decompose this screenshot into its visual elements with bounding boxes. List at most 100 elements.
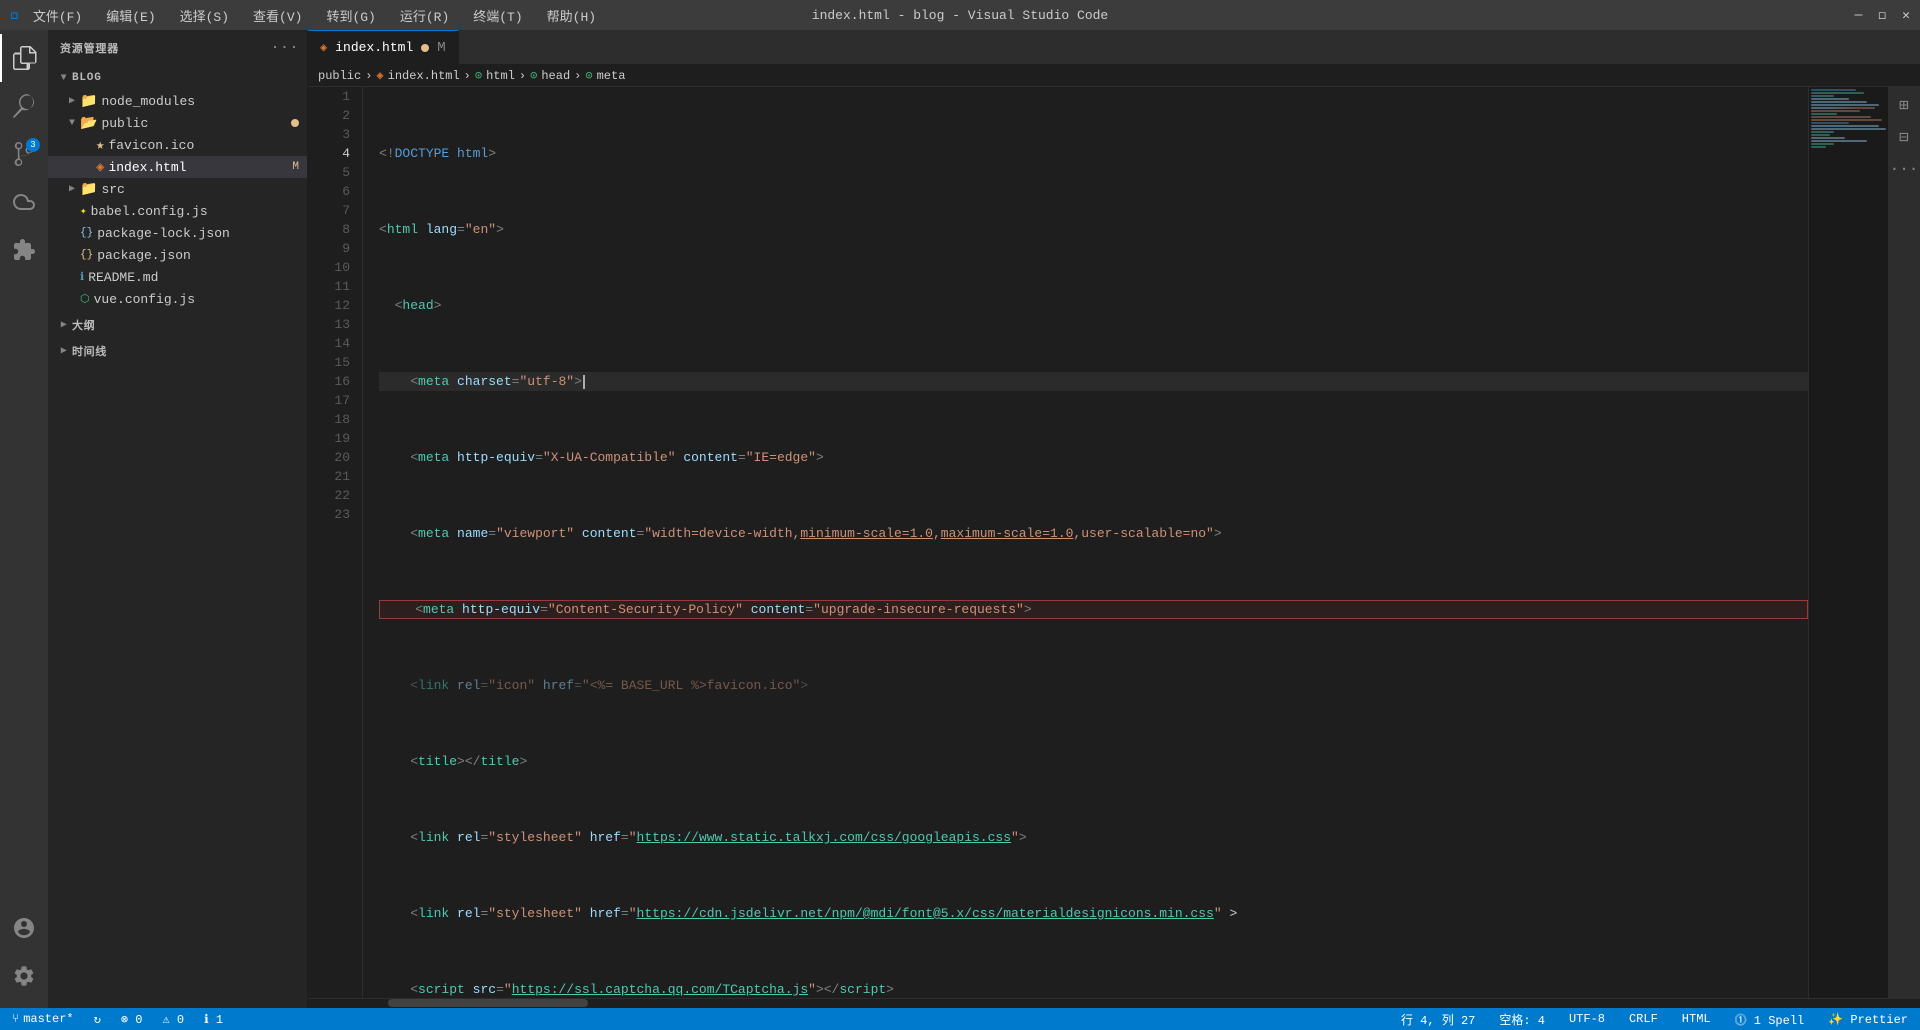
- spell-check[interactable]: ⓵ 1 Spell: [1731, 1011, 1809, 1028]
- menu-terminal[interactable]: 终端(T): [469, 4, 526, 27]
- info-status[interactable]: ℹ 1: [200, 1012, 227, 1027]
- close-button[interactable]: ✕: [1902, 8, 1910, 23]
- sidebar-more-actions[interactable]: ···: [275, 38, 295, 58]
- line-num-2: 2: [332, 106, 350, 125]
- code-content[interactable]: <!DOCTYPE html> <html lang="en"> <head> …: [363, 87, 1808, 998]
- sync-status[interactable]: ↻: [90, 1012, 105, 1027]
- text-cursor: [583, 375, 585, 389]
- tree-src[interactable]: ▶ 📁 src: [48, 178, 307, 200]
- activity-bar: 3: [0, 30, 48, 1008]
- menu-bar: 文件(F) 编辑(E) 选择(S) 查看(V) 转到(G) 运行(R) 终端(T…: [29, 4, 600, 27]
- timeline-section[interactable]: ▶ 时间线: [48, 340, 307, 362]
- panel-split-icon[interactable]: ⊟: [1890, 123, 1918, 151]
- blog-arrow: ▼: [56, 73, 72, 84]
- tree-public[interactable]: ▼ 📂 public: [48, 112, 307, 134]
- l12-p1: <: [410, 980, 418, 998]
- panel-more-icon[interactable]: ···: [1890, 155, 1918, 183]
- menu-help[interactable]: 帮助(H): [543, 4, 600, 27]
- tree-package-lock[interactable]: ▶ {} package-lock.json: [48, 222, 307, 244]
- mm-3: [1811, 95, 1834, 97]
- activity-files[interactable]: [0, 34, 48, 82]
- line-num-13: 13: [332, 315, 350, 334]
- l8-p1: <: [410, 676, 418, 695]
- line-num-18: 18: [332, 410, 350, 429]
- l5-tag: meta: [418, 448, 449, 467]
- tree-node-modules[interactable]: ▶ 📁 node_modules: [48, 90, 307, 112]
- l11-p1: <: [410, 904, 418, 923]
- tree-readme[interactable]: ▶ ℹ README.md: [48, 266, 307, 288]
- breadcrumb-icon-html2: ⊙: [475, 68, 482, 83]
- activity-account[interactable]: [0, 904, 48, 952]
- menu-run[interactable]: 运行(R): [396, 4, 453, 27]
- line-num-19: 19: [332, 429, 350, 448]
- breadcrumb-index-html[interactable]: index.html: [388, 69, 460, 83]
- tree-vue-config[interactable]: ▶ ⬡ vue.config.js: [48, 288, 307, 310]
- l1-doctype: DOCTYPE html: [395, 144, 489, 163]
- horizontal-scrollbar[interactable]: [308, 998, 1920, 1008]
- l2-p2: =: [457, 220, 465, 239]
- prettier[interactable]: ✨ Prettier: [1824, 1012, 1912, 1027]
- tree-babel[interactable]: ▶ ✦ babel.config.js: [48, 200, 307, 222]
- language-mode[interactable]: HTML: [1678, 1012, 1715, 1026]
- tab-close-button[interactable]: M: [437, 40, 445, 56]
- tree-package-json[interactable]: ▶ {} package.json: [48, 244, 307, 266]
- l8-attr2: href: [535, 676, 574, 695]
- indentation[interactable]: 空格: 4: [1495, 1011, 1549, 1028]
- activity-debug[interactable]: [0, 178, 48, 226]
- tree-index-html[interactable]: ▶ ◈ index.html M: [48, 156, 307, 178]
- tree-favicon[interactable]: ▶ ★ favicon.ico: [48, 134, 307, 156]
- folder-open-icon: 📂: [80, 115, 97, 132]
- l4-p2: =: [512, 372, 520, 391]
- outline-arrow: ▶: [56, 319, 72, 331]
- activity-extensions[interactable]: [0, 226, 48, 274]
- l4-attr: charset: [449, 372, 511, 391]
- breadcrumb-meta[interactable]: meta: [597, 69, 626, 83]
- line-num-4: 4: [332, 144, 350, 163]
- l11-v1: "stylesheet": [488, 904, 582, 923]
- warning-status[interactable]: ⚠ 0: [159, 1012, 189, 1027]
- line-num-15: 15: [332, 353, 350, 372]
- menu-edit[interactable]: 编辑(E): [102, 4, 159, 27]
- window-controls: ─ ◻ ✕: [1855, 8, 1910, 23]
- panel-layout-icon[interactable]: ⊞: [1890, 91, 1918, 119]
- l8-p2: =: [480, 676, 488, 695]
- l9-i: [379, 752, 410, 771]
- line-num-12: 12: [332, 296, 350, 315]
- error-status[interactable]: ⊗ 0: [117, 1012, 147, 1027]
- mm-1: [1811, 89, 1856, 91]
- mm-20: [1811, 146, 1826, 148]
- l6-v1: "viewport": [496, 524, 574, 543]
- menu-select[interactable]: 选择(S): [176, 4, 233, 27]
- git-branch-status[interactable]: ⑂ master*: [8, 1012, 78, 1026]
- scrollbar-thumb[interactable]: [388, 999, 588, 1007]
- activity-source-control[interactable]: 3: [0, 130, 48, 178]
- activity-search[interactable]: [0, 82, 48, 130]
- l8-p4: >: [800, 676, 808, 695]
- l9-tag: title: [418, 752, 457, 771]
- encoding[interactable]: UTF-8: [1565, 1012, 1609, 1026]
- menu-view[interactable]: 查看(V): [249, 4, 306, 27]
- title-bar-left:  文件(F) 编辑(E) 选择(S) 查看(V) 转到(G) 运行(R) 终端…: [10, 4, 600, 27]
- activity-settings[interactable]: [0, 952, 48, 1000]
- breadcrumb-public[interactable]: public: [318, 69, 361, 83]
- line-num-14: 14: [332, 334, 350, 353]
- tab-index-html[interactable]: ◈ index.html M: [308, 30, 459, 64]
- cursor-position[interactable]: 行 4, 列 27: [1397, 1011, 1479, 1028]
- mm-18: [1811, 140, 1867, 142]
- l4-val: "utf-8": [519, 372, 574, 391]
- outline-section[interactable]: ▶ 大纲: [48, 314, 307, 336]
- l11-tag: link: [418, 904, 449, 923]
- tree-blog-root[interactable]: ▼ BLOG: [48, 66, 307, 90]
- breadcrumb-head[interactable]: head: [541, 69, 570, 83]
- l3-indent: [379, 296, 395, 315]
- l5-attr1: http-equiv: [449, 448, 535, 467]
- l4-p1: <: [410, 372, 418, 391]
- menu-goto[interactable]: 转到(G): [322, 4, 379, 27]
- menu-file[interactable]: 文件(F): [29, 4, 86, 27]
- line-ending[interactable]: CRLF: [1625, 1012, 1662, 1026]
- breadcrumb-html[interactable]: html: [486, 69, 515, 83]
- l7-v1: "Content-Security-Policy": [548, 600, 743, 619]
- minimap: [1808, 87, 1888, 998]
- minimize-button[interactable]: ─: [1855, 8, 1863, 23]
- maximize-button[interactable]: ◻: [1878, 8, 1886, 23]
